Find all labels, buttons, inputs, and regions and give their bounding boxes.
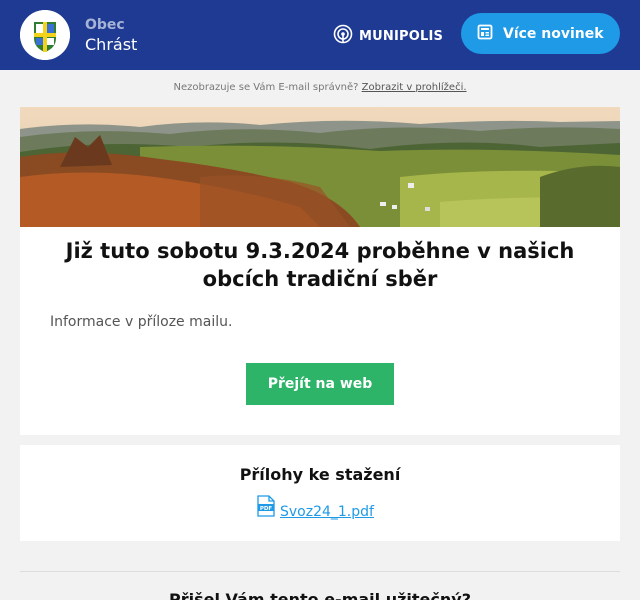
munipolis-brand[interactable]: MUNIPOLIS: [333, 24, 443, 48]
article-title: Již tuto sobotu 9.3.2024 proběhne v naši…: [65, 239, 575, 291]
view-in-browser-notice: Nezobrazuje se Vám E-mail správně? Zobra…: [0, 82, 640, 93]
feedback-question: Přišel Vám tento e-mail užitečný?: [169, 590, 471, 600]
newspaper-icon: [477, 24, 493, 44]
attachments-card: Přílohy ke stažení PDF Svoz24_1.pdf: [20, 445, 620, 541]
svg-text:PDF: PDF: [260, 506, 273, 512]
attachment-link[interactable]: PDF Svoz24_1.pdf: [256, 495, 374, 521]
header-bar: Obec Chrást MUNIPOLIS Více novinek: [0, 0, 640, 70]
pdf-icon: PDF: [256, 495, 276, 521]
article-body: Informace v příloze mailu.: [50, 314, 233, 330]
attachments-title: Přílohy ke stažení: [239, 465, 401, 484]
view-in-browser-link[interactable]: Zobrazit v prohlížeči.: [362, 82, 467, 93]
hero-image: [20, 107, 620, 227]
municipality-type-label: Obec: [85, 17, 125, 33]
municipality-logo[interactable]: [20, 10, 70, 60]
article-card: Již tuto sobotu 9.3.2024 proběhne v naši…: [20, 227, 620, 435]
attachment-file-name: Svoz24_1.pdf: [280, 504, 374, 520]
broadcast-icon: [333, 24, 353, 48]
notice-text: Nezobrazuje se Vám E-mail správně?: [173, 82, 359, 93]
brand-name: MUNIPOLIS: [359, 28, 444, 44]
more-news-label: Více novinek: [503, 25, 604, 42]
more-news-button[interactable]: Více novinek: [461, 13, 620, 54]
go-to-web-button[interactable]: Přejít na web: [246, 363, 394, 405]
municipality-name: Chrást: [85, 35, 138, 54]
section-divider: [20, 571, 620, 572]
